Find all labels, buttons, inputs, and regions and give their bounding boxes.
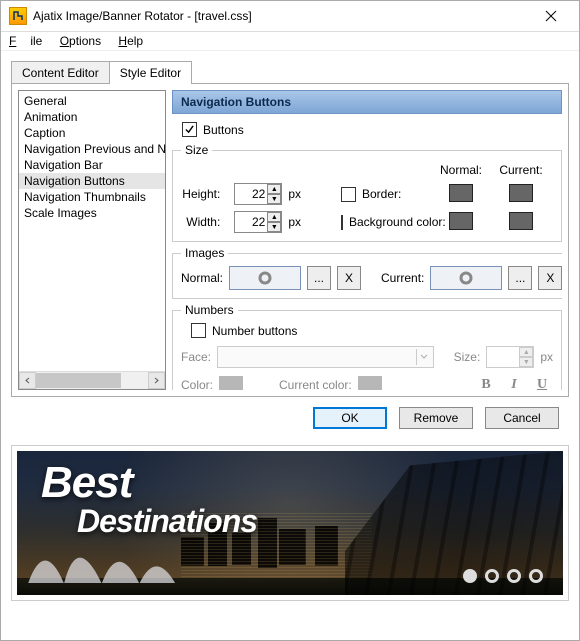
- tab-style-editor[interactable]: Style Editor: [110, 61, 192, 84]
- width-input[interactable]: ▲▼: [234, 211, 282, 233]
- app-icon: [9, 7, 27, 25]
- menu-bar: File Options Help: [1, 32, 579, 51]
- border-label: Border:: [362, 187, 401, 201]
- preview: Best Destinations: [11, 445, 569, 601]
- number-color[interactable]: [219, 376, 243, 390]
- chevron-down-icon: [416, 349, 431, 365]
- menu-help[interactable]: Help: [118, 34, 143, 48]
- scroll-thumb[interactable]: [36, 373, 121, 388]
- border-current-color[interactable]: [509, 184, 533, 202]
- preview-image: Best Destinations: [17, 451, 563, 595]
- number-color-label: Color:: [181, 378, 213, 390]
- group-numbers: Numbers Number buttons Face: Siz: [172, 303, 562, 390]
- close-button[interactable]: [531, 2, 571, 30]
- remove-button[interactable]: Remove: [399, 407, 473, 429]
- sidebar-item-nav-prev-next[interactable]: Navigation Previous and Next: [19, 141, 165, 157]
- italic-button[interactable]: I: [503, 376, 525, 390]
- sidebar-item-caption[interactable]: Caption: [19, 125, 165, 141]
- images-normal-preview[interactable]: [229, 266, 301, 290]
- nav-dots: [463, 569, 543, 583]
- numsize-up: ▲: [519, 347, 533, 357]
- nav-dot-3[interactable]: [507, 569, 521, 583]
- width-label: Width:: [186, 215, 228, 229]
- nav-dot-4[interactable]: [529, 569, 543, 583]
- size-col-current: Current:: [491, 163, 551, 177]
- images-current-browse[interactable]: ...: [508, 266, 532, 290]
- cancel-button[interactable]: Cancel: [485, 407, 559, 429]
- bg-current-color[interactable]: [509, 212, 533, 230]
- buttons-checkbox-label: Buttons: [203, 123, 244, 137]
- underline-button[interactable]: U: [531, 376, 553, 390]
- title-bar: Ajatix Image/Banner Rotator - [travel.cs…: [1, 1, 579, 32]
- group-size-legend: Size: [181, 143, 212, 157]
- sidebar-list[interactable]: General Animation Caption Navigation Pre…: [19, 91, 165, 371]
- group-size: Size Normal: Current: Height: ▲▼ px: [172, 143, 562, 242]
- images-current-clear[interactable]: X: [538, 266, 562, 290]
- width-down[interactable]: ▼: [267, 222, 281, 232]
- sidebar-item-scale-images[interactable]: Scale Images: [19, 205, 165, 221]
- headline-line1: Best: [41, 463, 257, 503]
- bg-normal-color[interactable]: [449, 212, 473, 230]
- images-current-label: Current:: [381, 271, 424, 285]
- bold-button[interactable]: B: [475, 376, 497, 390]
- section-header: Navigation Buttons: [172, 90, 562, 114]
- menu-file[interactable]: File: [9, 34, 42, 48]
- border-normal-color[interactable]: [449, 184, 473, 202]
- numsize-down: ▼: [519, 357, 533, 367]
- number-size-input[interactable]: ▲▼: [486, 346, 534, 368]
- tab-content-editor[interactable]: Content Editor: [11, 61, 110, 84]
- menu-options[interactable]: Options: [60, 34, 101, 48]
- height-up[interactable]: ▲: [267, 184, 281, 194]
- images-normal-browse[interactable]: ...: [307, 266, 331, 290]
- headline-line2: Destinations: [77, 503, 257, 540]
- group-images: Images Normal: ... X Current: ...: [172, 246, 562, 299]
- window-title: Ajatix Image/Banner Rotator - [travel.cs…: [33, 9, 531, 23]
- height-unit: px: [288, 187, 301, 201]
- width-up[interactable]: ▲: [267, 212, 281, 222]
- number-current-color-label: Current color:: [279, 378, 352, 390]
- group-images-legend: Images: [181, 246, 228, 260]
- images-normal-clear[interactable]: X: [337, 266, 361, 290]
- number-buttons-checkbox[interactable]: [191, 323, 206, 338]
- sidebar: General Animation Caption Navigation Pre…: [18, 90, 166, 390]
- preview-headline: Best Destinations: [41, 463, 257, 540]
- style-editor-panel: General Animation Caption Navigation Pre…: [11, 83, 569, 397]
- group-numbers-legend: Numbers: [181, 303, 238, 317]
- tabs: Content Editor Style Editor: [11, 61, 569, 84]
- face-combo[interactable]: [217, 346, 434, 368]
- sidebar-item-general[interactable]: General: [19, 93, 165, 109]
- number-current-color[interactable]: [358, 376, 382, 390]
- height-input[interactable]: ▲▼: [234, 183, 282, 205]
- sidebar-item-nav-bar[interactable]: Navigation Bar: [19, 157, 165, 173]
- sidebar-item-nav-thumbs[interactable]: Navigation Thumbnails: [19, 189, 165, 205]
- face-label: Face:: [181, 350, 211, 364]
- sidebar-item-animation[interactable]: Animation: [19, 109, 165, 125]
- number-size-unit: px: [540, 350, 553, 364]
- nav-dot-1[interactable]: [463, 569, 477, 583]
- scroll-left-icon[interactable]: [19, 372, 36, 389]
- sidebar-item-nav-buttons[interactable]: Navigation Buttons: [19, 173, 165, 189]
- height-down[interactable]: ▼: [267, 194, 281, 204]
- number-size-label: Size:: [454, 350, 481, 364]
- images-current-preview[interactable]: [430, 266, 502, 290]
- buttons-checkbox[interactable]: [182, 122, 197, 137]
- ok-button[interactable]: OK: [313, 407, 387, 429]
- size-col-normal: Normal:: [431, 163, 491, 177]
- scroll-track[interactable]: [36, 373, 148, 388]
- border-checkbox[interactable]: [341, 187, 356, 202]
- sidebar-hscroll[interactable]: [19, 371, 165, 389]
- images-normal-label: Normal:: [181, 271, 223, 285]
- bg-checkbox[interactable]: [341, 215, 343, 230]
- nav-dot-2[interactable]: [485, 569, 499, 583]
- number-buttons-label: Number buttons: [212, 324, 297, 338]
- dialog-buttons: OK Remove Cancel: [11, 397, 569, 439]
- scroll-right-icon[interactable]: [148, 372, 165, 389]
- height-label: Height:: [182, 187, 228, 201]
- width-unit: px: [288, 215, 301, 229]
